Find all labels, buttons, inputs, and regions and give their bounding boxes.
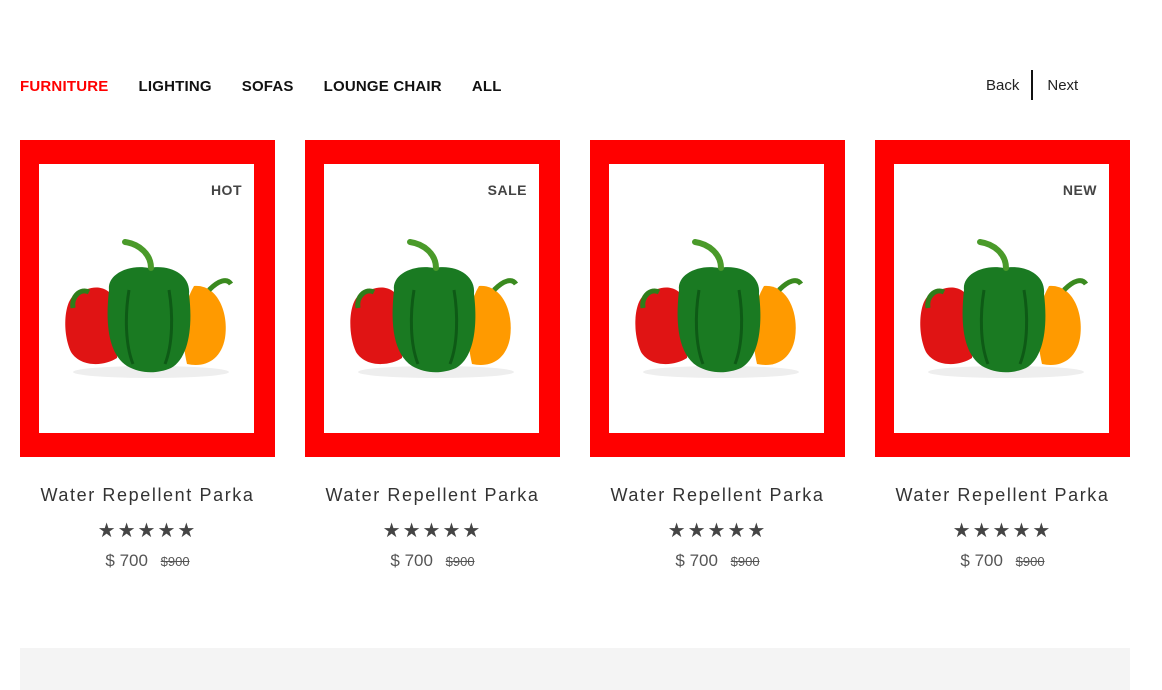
product-old-price: $900 [1015,554,1045,569]
pager: Back Next [986,70,1078,100]
product-frame[interactable]: SALE [305,140,560,457]
rating-stars: ★★★★★ [952,520,1053,542]
product-price-row: $ 700 $900 [305,551,560,571]
rating-stars: ★★★★★ [667,520,768,542]
product-frame[interactable] [590,140,845,457]
product-title[interactable]: Water Repellent Parka [875,485,1130,506]
product-price: $ 700 [390,551,433,570]
product-badge: NEW [1062,182,1097,198]
product-old-price: $900 [730,554,760,569]
bell-peppers-image [920,239,1089,378]
product-badge: HOT [210,182,242,198]
bell-peppers-image [65,239,234,378]
back-button[interactable]: Back [986,77,1019,94]
product-old-price: $900 [160,554,190,569]
tab-lighting[interactable]: LIGHTING [138,78,211,95]
product-price: $ 700 [675,551,718,570]
product-image-area: SALE [324,164,539,433]
bell-peppers-image [350,239,519,378]
tab-furniture[interactable]: FURNITURE [20,78,108,95]
rating-stars: ★★★★★ [382,520,483,542]
pager-divider [1031,70,1034,100]
tab-lounge-chair[interactable]: LOUNGE CHAIR [324,78,442,95]
product-card[interactable]: NEW Water Repellent Parka ★★★★★ $ 700 $9… [875,140,1130,571]
product-image-area: HOT [39,164,254,433]
product-price-row: $ 700 $900 [20,551,275,571]
product-title[interactable]: Water Repellent Parka [590,485,845,506]
product-image-area: NEW [894,164,1109,433]
product-card[interactable]: Water Repellent Parka ★★★★★ $ 700 $900 [590,140,845,571]
product-title[interactable]: Water Repellent Parka [20,485,275,506]
product-price: $ 700 [105,551,148,570]
bell-peppers-image [635,239,804,378]
next-button[interactable]: Next [1047,77,1078,94]
product-image-area [609,164,824,433]
product-frame[interactable]: NEW [875,140,1130,457]
tab-sofas[interactable]: SOFAS [242,78,294,95]
product-grid: HOT Water Repellent Parka ★★★★★ $ 700 $9… [20,140,1130,571]
product-card[interactable]: HOT Water Repellent Parka ★★★★★ $ 700 $9… [20,140,275,571]
footer-band [20,648,1130,690]
rating-stars: ★★★★★ [97,520,198,542]
product-card[interactable]: SALE Water Repellent Parka ★★★★★ $ 700 $… [305,140,560,571]
product-price-row: $ 700 $900 [590,551,845,571]
product-price: $ 700 [960,551,1003,570]
product-old-price: $900 [445,554,475,569]
product-frame[interactable]: HOT [20,140,275,457]
tab-all[interactable]: ALL [472,78,502,95]
product-title[interactable]: Water Repellent Parka [305,485,560,506]
category-tabs: FURNITURE LIGHTING SOFAS LOUNGE CHAIR AL… [20,78,532,95]
product-price-row: $ 700 $900 [875,551,1130,571]
product-badge: SALE [487,182,527,198]
